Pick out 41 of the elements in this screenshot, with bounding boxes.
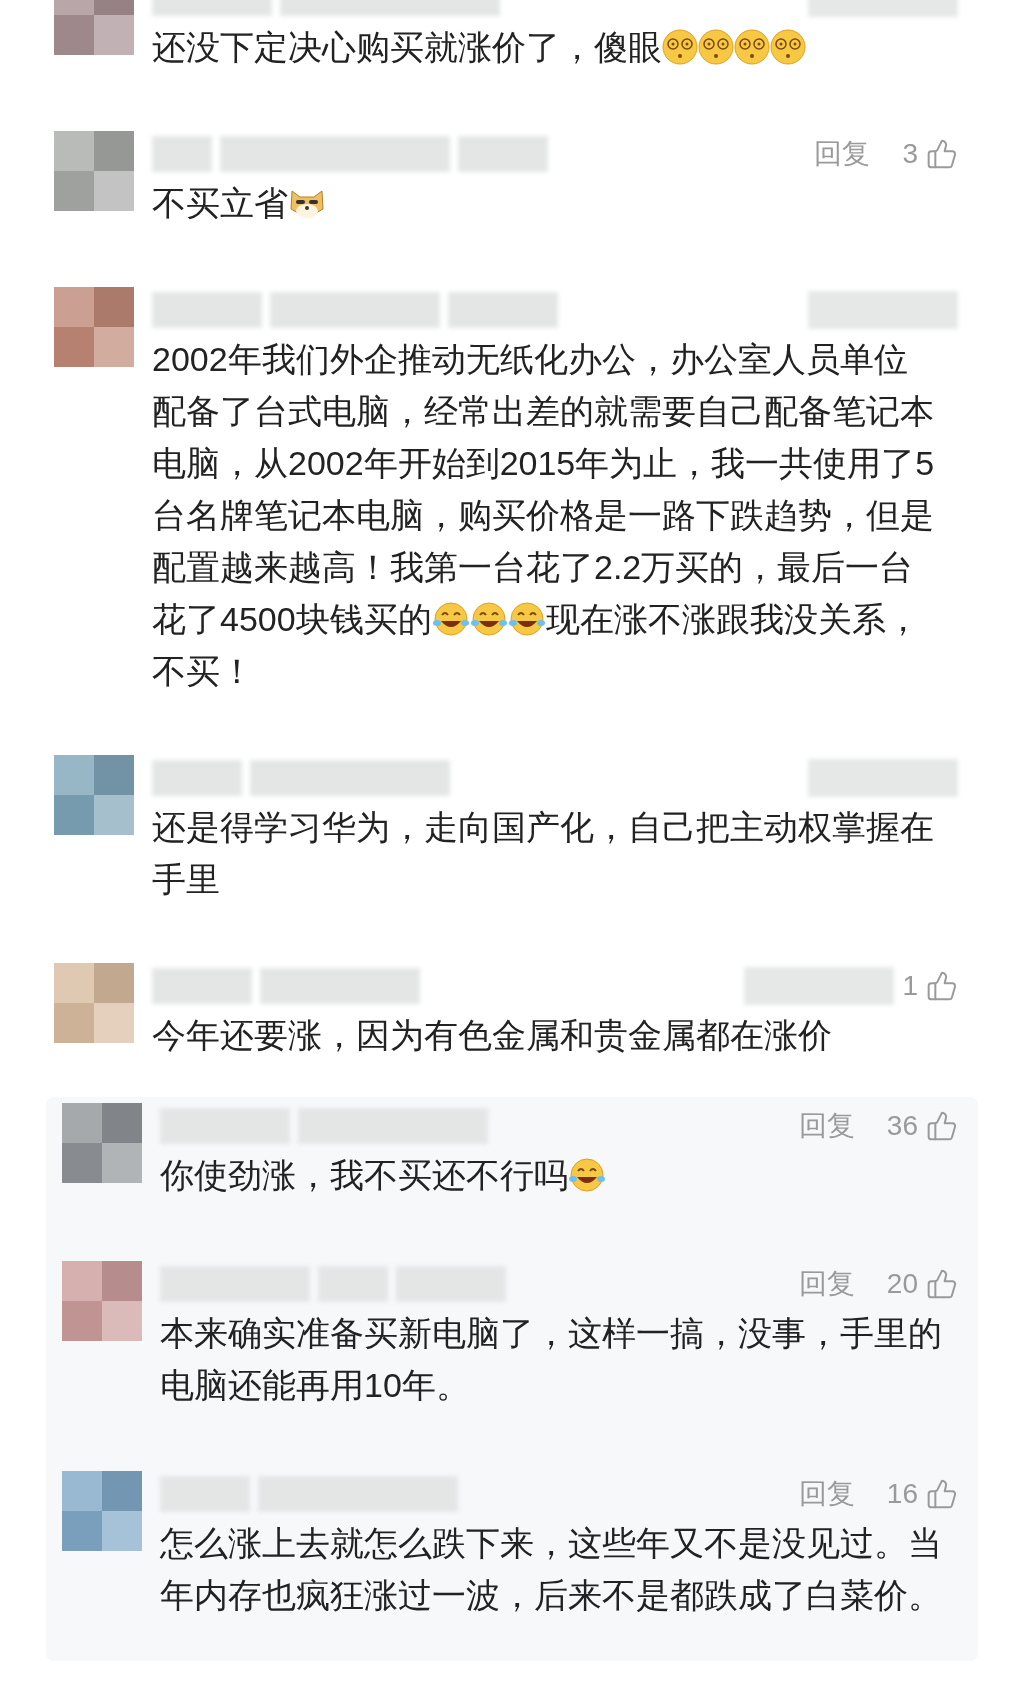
like-count: 16: [886, 1477, 918, 1511]
comment-text: 花了4500块钱买的: [152, 599, 432, 640]
comment-text: 不买！: [152, 651, 254, 692]
dizzy-face-icon: [734, 29, 770, 65]
comment-text: 台名牌笔记本电脑，购买价格是一路下跌趋势，但是: [152, 495, 934, 536]
like-count: 20: [886, 1267, 918, 1301]
comment-text: 不买立省: [152, 183, 288, 224]
reply-link[interactable]: 回复: [798, 1105, 855, 1147]
reply-link[interactable]: 回复: [798, 1263, 855, 1305]
comment-text: 现在涨不涨跟我没关系，: [545, 599, 920, 640]
comment-text: 2002年我们外企推动无纸化办公，办公室人员单位: [152, 339, 908, 380]
comment-text: 还是得学习华为，走向国产化，自己把主动权掌握在: [152, 807, 934, 848]
comment-text: 年内存也疯狂涨过一波，后来不是都跌成了白菜价。: [160, 1575, 942, 1616]
laughing-face-icon: [431, 601, 470, 637]
reply-link[interactable]: 回复: [798, 1473, 855, 1515]
thumbs-up-icon[interactable]: [926, 1478, 958, 1510]
comment-text: 怎么涨上去就怎么跌下来，这些年又不是没见过。当: [160, 1523, 942, 1564]
thumbs-up-icon[interactable]: [926, 1110, 958, 1142]
laughing-face-icon: [568, 1157, 606, 1193]
thumbs-up-icon[interactable]: [926, 138, 958, 170]
like-count: 3: [902, 137, 918, 171]
laughing-face-icon: [507, 601, 546, 637]
like-count: 36: [886, 1109, 918, 1143]
thumbs-up-icon[interactable]: [926, 1268, 958, 1300]
comment-text: 配置越来越高！我第一台花了2.2万买的，最后一台: [152, 547, 914, 588]
like-count: 1: [902, 969, 918, 1003]
laughing-face-icon: [469, 601, 508, 637]
thumbs-up-icon[interactable]: [926, 970, 958, 1002]
comment-text: 今年还要涨，因为有色金属和贵金属都在涨价: [152, 1015, 832, 1056]
comment-text: 电脑还能再用10年。: [160, 1365, 470, 1406]
comment-text: 还没下定决心购买就涨价了，傻眼: [152, 27, 662, 68]
dizzy-face-icon: [662, 29, 698, 65]
dizzy-face-icon: [698, 29, 734, 65]
comment-text: 本来确实准备买新电脑了，这样一搞，没事，手里的: [160, 1313, 942, 1354]
blurred-username: [152, 136, 212, 172]
dizzy-face-icon: [770, 29, 806, 65]
comment-text: 手里: [152, 859, 220, 900]
comment-text: 电脑，从2002年开始到2015年为止，我一共使用了5: [152, 443, 935, 484]
reply-link[interactable]: 回复: [814, 133, 871, 175]
comment-text: 配备了台式电脑，经常出差的就需要自己配备笔记本: [152, 391, 934, 432]
comment-text: 你使劲涨，我不买还不行吗: [160, 1155, 568, 1196]
